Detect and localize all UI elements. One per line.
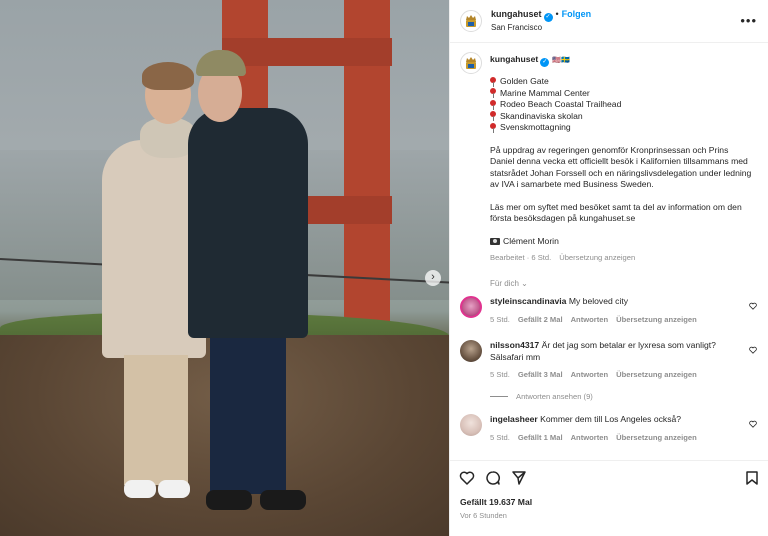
royal-crest-icon bbox=[466, 15, 476, 27]
see-translation-link[interactable]: Übersetzung anzeigen bbox=[616, 433, 697, 442]
person-man bbox=[188, 48, 314, 536]
action-bar: Gefällt 19.637 Mal Vor 6 Stunden bbox=[450, 460, 768, 536]
comment-meta: 5 Std. Gefällt 2 Mal Antworten Übersetzung … bbox=[490, 314, 740, 326]
comment-item: nilsson4317 Är det jag som betalar er ly… bbox=[460, 340, 765, 381]
post-header: kungahuset ✓ • Folgen San Francisco ••• bbox=[450, 0, 768, 43]
bookmark-icon[interactable] bbox=[744, 470, 760, 486]
reply-button[interactable]: Antworten bbox=[571, 370, 609, 379]
comment-likes[interactable]: Gefällt 2 Mal bbox=[518, 315, 563, 324]
avatar[interactable] bbox=[460, 414, 482, 436]
chevron-down-icon: ⌄ bbox=[521, 279, 528, 288]
post-photo[interactable]: › bbox=[0, 0, 449, 536]
comment-likes[interactable]: Gefällt 3 Mal bbox=[518, 370, 563, 379]
comment-likes[interactable]: Gefällt 1 Mal bbox=[518, 433, 563, 442]
for-you-toggle[interactable]: Für dich ⌄ bbox=[490, 279, 528, 288]
comment-meta: 5 Std. Gefällt 1 Mal Antworten Übersetzung … bbox=[490, 432, 740, 444]
comment-username[interactable]: styleinscandinavia bbox=[490, 296, 566, 306]
heart-icon[interactable] bbox=[749, 420, 757, 428]
royal-crest-icon bbox=[466, 57, 476, 69]
instagram-post-view: › kungahuset ✓ • Folgen San Francisco ••• bbox=[0, 0, 768, 536]
divider bbox=[490, 396, 508, 397]
pin-icon bbox=[490, 122, 496, 133]
send-icon[interactable] bbox=[511, 470, 527, 486]
places-list: Golden Gate Marine Mammal Center Rodeo B… bbox=[490, 76, 752, 134]
list-item: Rodeo Beach Coastal Trailhead bbox=[490, 99, 752, 111]
comment-text: Kommer dem till Los Angeles också? bbox=[540, 414, 682, 424]
caption: kungahuset ✓ 🇺🇸🇸🇪 Golden Gate Marine Mamma… bbox=[460, 52, 760, 264]
comment-age: 5 Std. bbox=[490, 370, 510, 379]
comment-age: 5 Std. bbox=[490, 314, 510, 324]
chevron-right-icon: › bbox=[431, 271, 435, 283]
caption-paragraph: Läs mer om syftet med besöket samt ta de… bbox=[490, 201, 742, 224]
list-item: Golden Gate bbox=[490, 76, 752, 88]
comment-text: My beloved city bbox=[568, 296, 629, 306]
avatar[interactable] bbox=[460, 52, 482, 74]
comment-username[interactable]: ingelasheer bbox=[490, 414, 538, 424]
see-translation-link[interactable]: Übersetzung anzeigen bbox=[559, 253, 635, 262]
post-timestamp[interactable]: Vor 6 Stunden bbox=[460, 511, 507, 520]
pin-icon bbox=[490, 111, 496, 122]
post-side-panel: kungahuset✓•Folgen San Francisco ••• bbox=[449, 0, 768, 536]
avatar[interactable] bbox=[460, 296, 482, 318]
header-names: kungahuset ✓ • Folgen San Francisco bbox=[491, 8, 591, 34]
see-translation-link[interactable]: Übersetzung anzeigen bbox=[616, 315, 697, 324]
separator-dot: • bbox=[555, 9, 559, 19]
pin-icon bbox=[490, 99, 496, 110]
verified-badge-icon: ✓ bbox=[543, 13, 553, 22]
comment-item: ingelasheer Kommer dem till Los Angeles … bbox=[460, 414, 765, 443]
view-replies-button[interactable]: Antworten ansehen (9) bbox=[490, 392, 593, 401]
caption-text: kungahuset ✓ 🇺🇸🇸🇪 Golden Gate Marine Mamma… bbox=[490, 52, 752, 264]
list-item: Svenskmottagning bbox=[490, 122, 752, 134]
reply-button[interactable]: Antworten bbox=[571, 315, 609, 324]
caption-meta: Bearbeitet · 6 Std. Übersetzung anzeigen bbox=[490, 252, 752, 264]
heart-icon[interactable] bbox=[749, 302, 757, 310]
pin-icon bbox=[490, 88, 496, 99]
heart-icon[interactable] bbox=[459, 470, 475, 486]
likes-count[interactable]: Gefällt 19.637 Mal bbox=[460, 497, 532, 507]
camera-icon bbox=[490, 237, 500, 245]
list-item: Skandinaviska skolan bbox=[490, 111, 752, 123]
verified-badge-icon: ✓ bbox=[540, 58, 550, 67]
reply-button[interactable]: Antworten bbox=[571, 433, 609, 442]
comment-meta: 5 Std. Gefällt 3 Mal Antworten Übersetzung … bbox=[490, 369, 740, 381]
list-item: Marine Mammal Center bbox=[490, 88, 752, 100]
avatar[interactable] bbox=[460, 340, 482, 362]
more-options-icon[interactable]: ••• bbox=[740, 13, 757, 28]
caption-paragraph: På uppdrag av regeringen genomför Kronpr… bbox=[490, 144, 752, 190]
flags: 🇺🇸🇸🇪 bbox=[552, 57, 570, 64]
comment-item: styleinscandinavia My beloved city 5 Std… bbox=[460, 296, 765, 325]
pin-icon bbox=[490, 76, 496, 87]
comment-username[interactable]: nilsson4317 bbox=[490, 340, 539, 350]
photo-credit: Clément Morin bbox=[490, 236, 752, 248]
comment-icon[interactable] bbox=[485, 470, 501, 486]
follow-button[interactable]: Folgen bbox=[562, 9, 592, 19]
post-location[interactable]: San Francisco bbox=[491, 22, 591, 34]
next-image-button[interactable]: › bbox=[425, 270, 441, 286]
post-username[interactable]: kungahuset bbox=[491, 9, 542, 19]
caption-username[interactable]: kungahuset bbox=[490, 54, 538, 64]
comment-age: 5 Std. bbox=[490, 432, 510, 442]
heart-icon[interactable] bbox=[749, 346, 757, 354]
avatar[interactable] bbox=[460, 10, 482, 32]
photo-credit-name: Clément Morin bbox=[503, 235, 559, 246]
edited-label: Bearbeitet · 6 Std. bbox=[490, 253, 552, 262]
see-translation-link[interactable]: Übersetzung anzeigen bbox=[616, 370, 697, 379]
